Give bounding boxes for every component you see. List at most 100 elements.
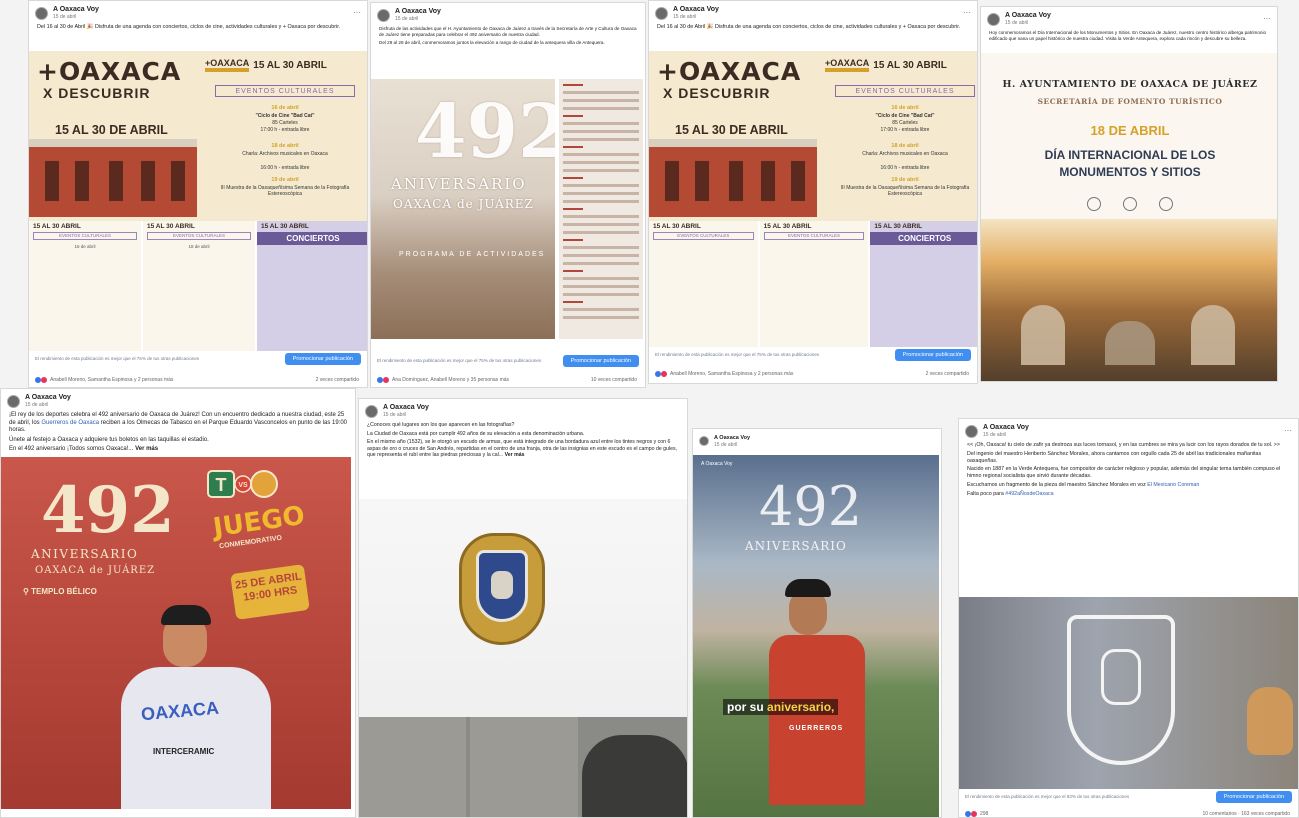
monuments-image[interactable]: H. AYUNTAMIENTO DE OAXACA DE JUÁREZ SECR… — [981, 53, 1277, 381]
shares-text[interactable]: 2 veces compartido — [926, 371, 969, 377]
panel-date: 18 de abril — [188, 244, 210, 249]
more-options-icon[interactable]: ··· — [1263, 15, 1271, 23]
page-avatar[interactable] — [365, 404, 378, 418]
promote-bar: El rendimiento de esta publicación es me… — [965, 791, 1292, 803]
person-figure: GUERREROS — [769, 575, 865, 817]
reactions-text[interactable]: 298 — [980, 811, 988, 817]
reel-video[interactable]: A Oaxaca Voy 492 ANIVERSARIO GUERREROS p… — [693, 455, 939, 817]
concerts-label: CONCIERTOS — [870, 232, 977, 245]
page-name[interactable]: A Oaxaca Voy — [1005, 12, 1051, 20]
page-name[interactable]: A Oaxaca Voy — [714, 434, 750, 442]
page-name[interactable]: A Oaxaca Voy — [25, 394, 71, 402]
game-poster-image[interactable]: 492 ANIVERSARIO OAXACA de JUÁREZ ⚲ TEMPL… — [1, 457, 351, 809]
more-options-icon[interactable]: ··· — [1284, 427, 1292, 435]
event-place: Charla: Archivos musicales en Oaxaca — [242, 151, 328, 157]
more-options-icon[interactable]: ··· — [353, 9, 361, 17]
page-name[interactable]: A Oaxaca Voy — [983, 424, 1029, 432]
promote-button[interactable]: Promocionar publicación — [284, 353, 361, 365]
art-title: H. AYUNTAMIENTO DE OAXACA DE JUÁREZ — [1002, 79, 1258, 90]
more-options-icon[interactable]: ··· — [963, 9, 971, 17]
cup-object — [1247, 687, 1293, 755]
shares-text[interactable]: 2 veces compartido — [316, 377, 359, 383]
reactions-bar: 298 10 comentarios · 163 veces compartid… — [965, 811, 1290, 817]
post-text: ¿Conoces qué lugares son los que aparece… — [367, 422, 515, 428]
post-date[interactable]: 15 de abril — [25, 402, 71, 408]
page-avatar[interactable] — [699, 436, 709, 446]
artist-link[interactable]: El Mexicano Coreman — [1147, 482, 1199, 488]
event-date: 19 de abril — [271, 177, 299, 183]
anniversary-image[interactable]: 492 ANIVERSARIO OAXACA de JUÁREZ PROGRAM… — [371, 79, 555, 339]
flyer-header-right: +OAXACA 15 AL 30 ABRIL — [205, 59, 327, 72]
building-illustration — [649, 139, 817, 217]
post-header: A Oaxaca Voy 15 de abril ··· — [29, 1, 367, 22]
promote-button[interactable]: Promocionar publicación — [894, 349, 971, 361]
page-name[interactable]: A Oaxaca Voy — [383, 404, 429, 412]
post-card-sport: A Oaxaca Voy 15 de abril ¡El rey de los … — [0, 388, 356, 818]
flyer-bottom-panels: 15 AL 30 ABRIL EVENTOS CULTURALES 16 de … — [29, 221, 367, 351]
promote-button[interactable]: Promocionar publicación — [1215, 791, 1292, 803]
post-date[interactable]: 15 de abril — [53, 14, 99, 20]
reactions-text[interactable]: Ana Domínguez, Anabell Moreno y 35 perso… — [392, 377, 509, 383]
crest-photo[interactable] — [359, 499, 687, 817]
promo-note: El rendimiento de esta publicación es me… — [35, 356, 200, 362]
love-icon — [41, 377, 47, 383]
see-more-link[interactable]: Ver más — [135, 446, 158, 452]
silver-crest-image[interactable] — [959, 597, 1298, 789]
see-more-link[interactable]: Ver más — [505, 452, 525, 458]
page-name[interactable]: A Oaxaca Voy — [395, 8, 441, 16]
art-day: DÍA INTERNACIONAL DE LOS MONUMENTOS Y SI… — [1044, 148, 1216, 179]
post-text: Del 16 al 30 de Abril 🎉 Disfruta de una … — [37, 24, 341, 30]
page-avatar[interactable] — [35, 6, 48, 20]
page-avatar[interactable] — [965, 424, 978, 438]
building-illustration — [29, 139, 197, 217]
page-name[interactable]: A Oaxaca Voy — [673, 6, 719, 14]
panel-date: 16 de abril — [74, 244, 96, 249]
post-text-2: Del 29 al 28 de abril, conmemoramos junt… — [379, 40, 605, 45]
reactions-text[interactable]: Anabell Moreno, Samantha Espinosa y 2 pe… — [50, 377, 173, 383]
post-card-monuments: A Oaxaca Voy 15 de abril ··· Hoy conmemo… — [980, 6, 1278, 382]
post-text-2: La Ciudad de Oaxaca está por cumplir 492… — [367, 430, 585, 437]
event-place: Charla: Archivos musicales en Oaxaca — [862, 151, 948, 157]
vest-text: GUERREROS — [789, 725, 844, 732]
team-link[interactable]: Guerreros de Oaxaca — [41, 420, 99, 426]
shares-text[interactable]: 10 comentarios · 163 veces compartido — [1202, 811, 1290, 817]
flyer-image[interactable]: +OAXACA X DESCUBRIR 15 AL 30 DE ABRIL +O… — [29, 51, 367, 351]
post-date[interactable]: 15 de abril — [673, 14, 719, 20]
page-avatar[interactable] — [377, 8, 390, 22]
reactions-text[interactable]: Anabell Moreno, Samantha Espinosa y 2 pe… — [670, 371, 793, 377]
page-avatar[interactable] — [987, 12, 1000, 26]
post-date[interactable]: 15 de abril — [983, 432, 1029, 438]
hashtag-link[interactable]: #492aÑosdeOaxaca — [1005, 491, 1053, 497]
post-header: A Oaxaca Voy 15 de abril — [1, 389, 355, 410]
post-date[interactable]: 15 de abril — [1005, 20, 1051, 26]
panel-logo: 15 AL 30 ABRIL — [653, 223, 701, 230]
flyer-title: +OAXACA — [37, 57, 182, 86]
post-date[interactable]: 15 de abril — [383, 412, 429, 418]
page-avatar[interactable] — [7, 394, 20, 408]
page-name[interactable]: A Oaxaca Voy — [53, 6, 99, 14]
seal-icon — [1159, 197, 1173, 211]
event-title: "Ciclo de Cine "Bad Cat" — [875, 113, 935, 119]
flyer-header-right: +OAXACA 15 AL 30 ABRIL — [825, 59, 947, 72]
post-text: Hoy conmemoramos el Día Internacional de… — [989, 30, 1267, 41]
program-list-image[interactable] — [559, 79, 643, 339]
event-date: 18 de abril — [891, 143, 919, 149]
silver-shield-icon — [1067, 615, 1175, 765]
promo-note: El rendimiento de esta publicación es me… — [377, 358, 542, 364]
page-avatar[interactable] — [655, 6, 668, 20]
post-text-3: Nacido en 1887 en la Verde Antequera, fu… — [967, 466, 1281, 480]
flyer-image[interactable]: +OAXACA X DESCUBRIR 15 AL 30 DE ABRIL +O… — [649, 51, 977, 347]
art-aniversario: ANIVERSARIO — [745, 539, 847, 553]
video-overlay-page: A Oaxaca Voy — [701, 461, 733, 467]
oaxaca-logo: +OAXACA — [825, 59, 870, 72]
promote-button[interactable]: Promocionar publicación — [562, 355, 639, 367]
post-card-agenda-2: A Oaxaca Voy 15 de abril ··· Del 16 al 3… — [648, 0, 978, 384]
post-text-3: En el mismo año (1532), se le otorgó un … — [367, 439, 678, 459]
post-date[interactable]: 15 de abril — [714, 442, 750, 448]
art-aniversario: ANIVERSARIO — [31, 547, 139, 561]
post-header: A Oaxaca Voy 15 de abril ··· — [981, 7, 1277, 28]
shares-text[interactable]: 10 veces compartido — [591, 377, 637, 383]
post-date[interactable]: 15 de abril — [395, 16, 441, 22]
panel-band: EVENTOS CULTURALES — [653, 232, 754, 240]
post-header: A Oaxaca Voy 15 de abril — [693, 429, 941, 450]
